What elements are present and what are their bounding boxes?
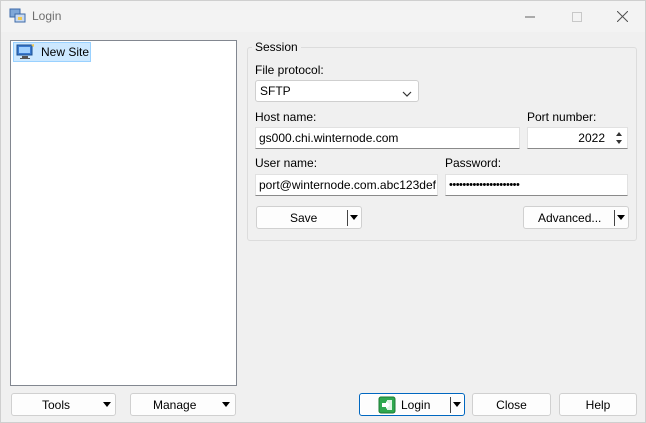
chevron-down-icon[interactable]	[617, 215, 625, 220]
site-tree-item-new-site[interactable]: New Site	[13, 42, 91, 62]
chevron-down-icon	[103, 402, 111, 407]
close-button-label: Close	[496, 397, 527, 412]
advanced-button[interactable]: Advanced...	[523, 206, 629, 229]
user-name-input[interactable]: port@winternode.com.abc123def	[255, 174, 438, 196]
close-window-button[interactable]	[599, 1, 645, 32]
close-icon	[616, 11, 628, 22]
save-button-label: Save	[290, 211, 318, 225]
maximize-icon	[572, 11, 582, 22]
host-name-input[interactable]: gs000.chi.winternode.com	[255, 127, 520, 149]
port-number-value: 2022	[578, 131, 605, 145]
advanced-button-label: Advanced...	[538, 211, 602, 225]
port-spinner[interactable]	[613, 129, 625, 147]
password-label: Password:	[445, 156, 502, 170]
password-input[interactable]: •••••••••••••••••••••	[445, 174, 628, 196]
window-title: Login	[32, 9, 62, 23]
help-button-label: Help	[585, 397, 611, 412]
maximize-button[interactable]	[554, 1, 600, 32]
site-tree-item-label: New Site	[41, 45, 90, 59]
manage-button[interactable]: Manage	[130, 393, 236, 416]
tools-button[interactable]: Tools	[11, 393, 116, 416]
minimize-button[interactable]	[507, 1, 553, 32]
new-site-computer-icon	[16, 44, 36, 60]
login-button[interactable]: Login	[359, 393, 465, 416]
tools-button-label: Tools	[42, 398, 71, 412]
winscp-login-icon	[9, 8, 27, 24]
close-button[interactable]: Close	[472, 393, 551, 416]
chevron-down-icon[interactable]	[350, 215, 358, 220]
chevron-down-icon[interactable]	[453, 402, 461, 407]
save-button[interactable]: Save	[256, 206, 362, 229]
title-bar: Login	[1, 1, 645, 32]
manage-button-label: Manage	[153, 398, 197, 412]
file-protocol-label: File protocol:	[255, 63, 324, 77]
user-name-label: User name:	[255, 156, 318, 170]
port-number-label: Port number:	[527, 110, 597, 124]
site-tree[interactable]: New Site	[10, 40, 237, 386]
file-protocol-value: SFTP	[260, 84, 291, 98]
login-window: Login New Site Session File protocol: SF…	[0, 0, 646, 423]
chevron-down-icon	[222, 402, 230, 407]
login-button-label: Login	[401, 398, 431, 412]
help-button[interactable]: Help	[559, 393, 637, 416]
file-protocol-select[interactable]: SFTP	[255, 80, 419, 102]
host-name-label: Host name:	[255, 110, 317, 124]
chevron-down-icon	[402, 87, 412, 101]
session-group-title: Session	[252, 40, 301, 54]
login-icon	[378, 396, 396, 414]
minimize-icon	[525, 16, 535, 17]
port-number-input[interactable]: 2022	[527, 127, 628, 149]
